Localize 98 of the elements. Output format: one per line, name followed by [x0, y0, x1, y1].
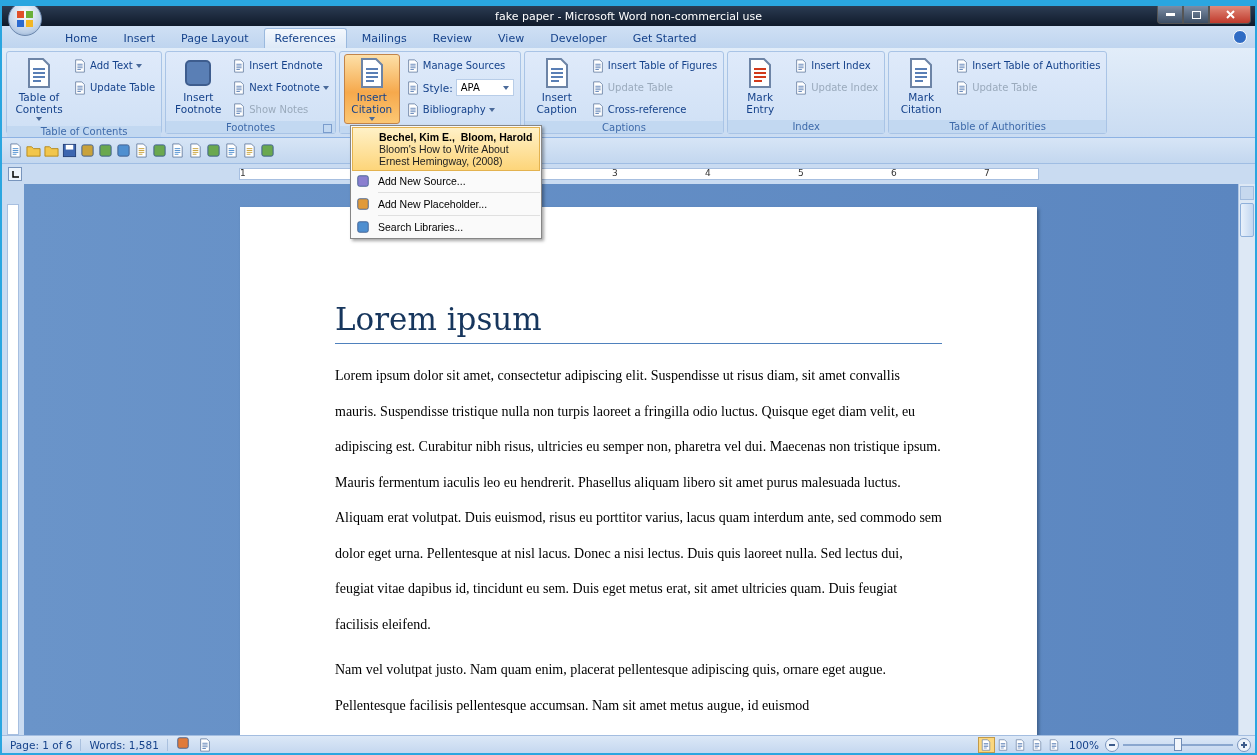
menu-item[interactable]: Add New Source...: [352, 171, 540, 191]
left-tab-icon: [11, 170, 19, 178]
caret-icon: [502, 85, 509, 90]
group-label: Index: [792, 121, 820, 132]
group-label: Captions: [602, 121, 646, 133]
layout-icon: [1014, 738, 1027, 751]
window-title: fake paper - Microsoft Word non-commercial use: [495, 9, 762, 23]
document-heading: Lorem ipsum: [335, 301, 942, 344]
ribbon-button[interactable]: Bibliography: [403, 100, 516, 119]
ribbon-button[interactable]: Insert Index: [792, 56, 881, 75]
ribbon-tab[interactable]: Get Started: [621, 28, 708, 48]
document-icon: [405, 58, 420, 73]
office-logo: [16, 10, 34, 28]
menu-item-icon: [356, 220, 370, 234]
zoom-in-button[interactable]: [1237, 737, 1251, 752]
zoom-out-button[interactable]: [1105, 737, 1119, 752]
ribbon-tab[interactable]: View: [487, 28, 536, 48]
layout-icon: [1031, 738, 1044, 751]
document-icon: [590, 102, 605, 117]
menu-item[interactable]: Add New Placeholder...: [352, 194, 540, 214]
dialog-launcher-icon[interactable]: [322, 124, 332, 133]
source-author: Bechel, Kim E., Bloom, Harold: [379, 131, 534, 143]
ribbon-button[interactable]: Insert Table of Figures: [588, 56, 720, 75]
ribbon-large-button[interactable]: Insert Footnote: [170, 54, 227, 119]
group-label: Table of Contents: [40, 126, 128, 137]
document-icon: [232, 80, 247, 95]
restore-icon: [1191, 10, 1201, 19]
style-icon: [405, 80, 420, 95]
layout-icon: [1048, 738, 1061, 751]
close-icon: [1225, 10, 1235, 19]
ribbon-large-button[interactable]: Mark Citation: [893, 54, 950, 118]
ruler-number: 5: [798, 168, 804, 178]
style-select[interactable]: APA: [455, 79, 514, 96]
ribbon-button[interactable]: Manage Sources: [403, 56, 516, 75]
document-icon: [794, 80, 809, 95]
help-icon[interactable]: [1233, 30, 1247, 44]
menu-item-icon: [356, 174, 370, 188]
tab-selector[interactable]: [8, 167, 22, 181]
menu-item-icon: [356, 197, 370, 211]
body-paragraph: Lorem ipsum dolor sit amet, consectetur adipiscing elit. Suspendisse ut risus diam, sit amet convallis mauris. Suspendisse tristique nulla non turpis laoreet a fringilla odio luctus. Quisque eget diam velit, eu adipiscing est. Curabitur nibh risus, ultricies eu semper non, pharetra vel dui. Maecenas non tristique ipsum. Mauris fermentum iaculis leo eu hendrerit. Phasellus aliquam libero sit amet purus malesuada luctus. Aliquam erat volutpat. Duis euismod, risus eu porttitor varius, lacus quam interdum ante, sed commodo sem dolor eget urna. Pellentesque at nisl lacus. Donec a nisi lectus. Duis quis laoreet nulla. Sed lectus dui, feugiat vitae dapibus id, tincidunt eu sem. Duis eget metus erat, sit amet ultricies quam. Duis feugiat facilisis eleifend.: [335, 367, 942, 634]
document-icon: [590, 80, 605, 95]
document-icon: [955, 80, 970, 95]
ribbon-button[interactable]: Update Table: [71, 78, 158, 97]
body-paragraph: Nam vel volutpat justo. Nam quam enim, placerat pellentesque adipiscing quis, ornare eget augue. Pellentesque facilisis pellentesque accumsan. Nam sit amet metus augue, id euismod: [335, 661, 887, 715]
maximize-button[interactable]: [1183, 6, 1209, 24]
minimize-icon: [1165, 13, 1175, 16]
word-count[interactable]: Words: 1,581: [81, 738, 168, 751]
ruler-number: 3: [612, 168, 618, 178]
ribbon-button[interactable]: Cross-reference: [588, 100, 720, 119]
ribbon-tab[interactable]: Review: [421, 28, 484, 48]
document-icon: [590, 58, 605, 73]
document-icon: [232, 58, 247, 73]
ribbon-tab[interactable]: Home: [54, 28, 109, 48]
layout-icon: [980, 738, 993, 751]
close-button[interactable]: [1209, 6, 1251, 24]
ribbon-large-button[interactable]: Table of Contents: [11, 54, 67, 124]
menu-item[interactable]: Search Libraries...: [352, 217, 540, 237]
ribbon-tab[interactable]: Insert: [112, 28, 167, 48]
ribbon-button[interactable]: Next Footnote: [230, 78, 331, 97]
new-document-icon: [8, 143, 23, 158]
ribbon-tab[interactable]: References: [263, 28, 347, 48]
minimize-button[interactable]: [1157, 6, 1183, 24]
folder-icon: [44, 143, 59, 158]
document-icon: [232, 102, 247, 117]
folder-icon: [26, 143, 41, 158]
minus-icon: [1109, 743, 1115, 746]
ribbon-large-button[interactable]: Insert Caption: [528, 54, 585, 119]
view-button[interactable]: [977, 736, 995, 753]
ribbon-tab[interactable]: Developer: [539, 28, 618, 48]
ruler-number: 6: [891, 168, 897, 178]
document-icon: [794, 58, 809, 73]
page-count[interactable]: Page: 1 of 6: [2, 738, 82, 751]
citation-source-item[interactable]: Bechel, Kim E., Bloom, Harold Bloom's How to Write About Ernest Hemingway, (2008): [352, 127, 540, 171]
group-label: Footnotes: [225, 121, 276, 133]
save-icon: [62, 143, 77, 158]
style-label: Style:: [422, 81, 453, 94]
ribbon-large-button[interactable]: Insert Citation: [343, 54, 400, 124]
layout-icon: [997, 738, 1010, 751]
zoom-slider-thumb[interactable]: [1174, 737, 1182, 751]
page-icon: [224, 143, 239, 158]
document-icon: [405, 102, 420, 117]
ribbon-button[interactable]: Insert Endnote: [230, 56, 331, 75]
ribbon-button[interactable]: Add Text: [71, 56, 158, 75]
document-icon: [73, 58, 87, 73]
ruler-number: 4: [705, 168, 711, 178]
document-icon: [955, 58, 970, 73]
document-icon: [73, 80, 87, 95]
group-label: Table of Authorities: [949, 121, 1046, 132]
ribbon-tab[interactable]: Page Layout: [170, 28, 260, 48]
ribbon-large-button[interactable]: Mark Entry: [732, 54, 789, 118]
ruler-number: 7: [984, 168, 990, 178]
ribbon-tab[interactable]: Mailings: [350, 28, 418, 48]
plus-icon: [1241, 741, 1247, 748]
zoom-level[interactable]: 100%: [1068, 738, 1099, 751]
scrollbar-thumb[interactable]: [1240, 203, 1254, 237]
ribbon-button[interactable]: Insert Table of Authorities: [953, 56, 1103, 75]
ruler-number: 1: [240, 168, 246, 178]
source-title: Bloom's How to Write About Ernest Hemingway, (2008): [379, 143, 510, 167]
